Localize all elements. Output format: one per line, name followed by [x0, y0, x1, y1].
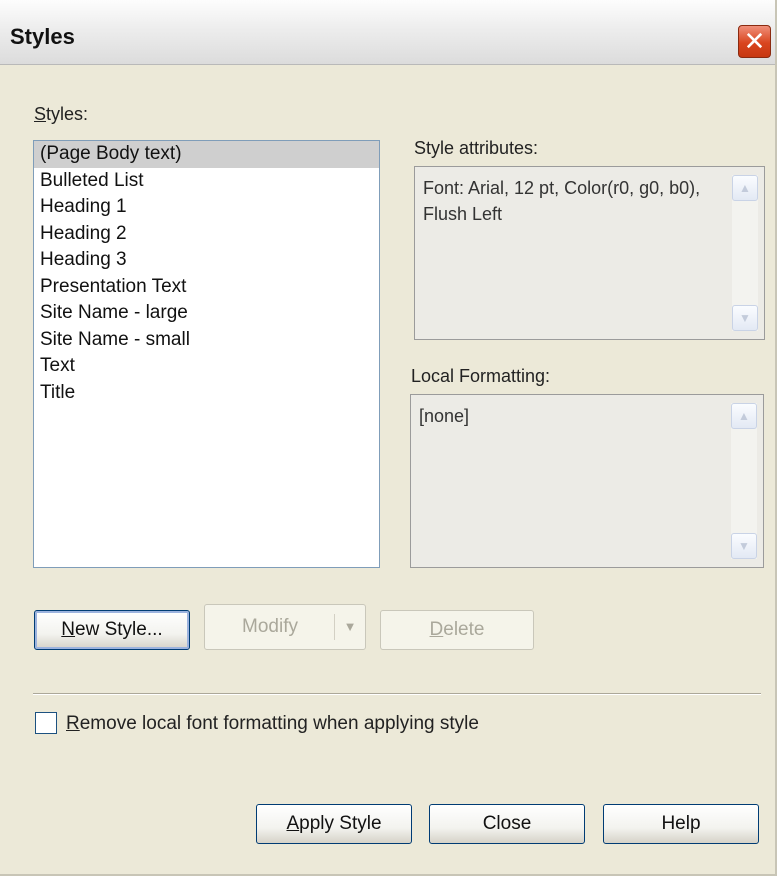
new-style-button[interactable]: New Style...	[34, 610, 190, 650]
apply-style-mnemonic: A	[286, 813, 300, 834]
help-button[interactable]: Help	[603, 804, 759, 844]
remove-formatting-mnemonic: R	[66, 713, 80, 734]
remove-formatting-label-rest: emove local font formatting when applyin…	[79, 713, 479, 734]
apply-style-label-rest: pply Style	[299, 813, 382, 834]
separator	[33, 693, 761, 695]
local-formatting-label: Local Formatting:	[411, 366, 551, 386]
style-attributes-box: Font: Arial, 12 pt, Color(r0, g0, b0), F…	[414, 166, 765, 340]
list-item[interactable]: Heading 2	[34, 221, 379, 248]
modify-split-button[interactable]: Modify ▼	[204, 604, 366, 650]
scroll-up-icon[interactable]: ▲	[732, 175, 758, 201]
scroll-down-icon[interactable]: ▼	[731, 533, 757, 559]
remove-formatting-label[interactable]: Remove local font formatting when applyi…	[66, 713, 479, 735]
scroll-up-icon[interactable]: ▲	[731, 403, 757, 429]
list-item[interactable]: Site Name - large	[34, 300, 379, 327]
apply-style-button[interactable]: Apply Style	[256, 804, 412, 844]
close-button[interactable]: Close	[429, 804, 585, 844]
modify-label: Modify	[242, 616, 298, 637]
list-item[interactable]: Bulleted List	[34, 168, 379, 195]
styles-label-mnemonic: S	[34, 104, 47, 124]
dropdown-arrow-icon[interactable]: ▼	[334, 614, 365, 640]
styles-listbox[interactable]: (Page Body text) Bulleted List Heading 1…	[33, 140, 380, 568]
title-bar[interactable]: Styles ✕	[0, 0, 775, 65]
local-formatting-box: [none] ▲ ▼	[410, 394, 764, 568]
local-formatting-text: [none]	[419, 406, 470, 426]
close-icon[interactable]: ✕	[738, 25, 771, 58]
list-item[interactable]: (Page Body text)	[34, 141, 379, 168]
style-attributes-text: Font: Arial, 12 pt, Color(r0, g0, b0), F…	[423, 178, 701, 224]
scroll-down-icon[interactable]: ▼	[732, 305, 758, 331]
new-style-label-rest: ew Style...	[75, 619, 163, 640]
styles-label-rest: tyles:	[46, 104, 89, 124]
delete-label-rest: elete	[443, 619, 485, 640]
list-item[interactable]: Heading 3	[34, 247, 379, 274]
list-item[interactable]: Text	[34, 353, 379, 380]
local-formatting-scrollbar[interactable]: ▲ ▼	[731, 403, 757, 559]
delete-mnemonic: D	[429, 619, 444, 640]
list-item[interactable]: Title	[34, 380, 379, 407]
remove-formatting-checkbox[interactable]	[35, 712, 57, 734]
style-attributes-label: Style attributes:	[414, 138, 539, 158]
new-style-mnemonic: N	[61, 619, 76, 640]
list-item[interactable]: Presentation Text	[34, 274, 379, 301]
styles-label: Styles:	[34, 104, 88, 125]
style-attributes-scrollbar[interactable]: ▲ ▼	[732, 175, 758, 331]
styles-dialog: Styles ✕ Styles: (Page Body text) Bullet…	[0, 0, 777, 876]
list-item[interactable]: Heading 1	[34, 194, 379, 221]
dialog-title: Styles	[10, 24, 75, 49]
list-item[interactable]: Site Name - small	[34, 327, 379, 354]
delete-button[interactable]: Delete	[380, 610, 534, 650]
